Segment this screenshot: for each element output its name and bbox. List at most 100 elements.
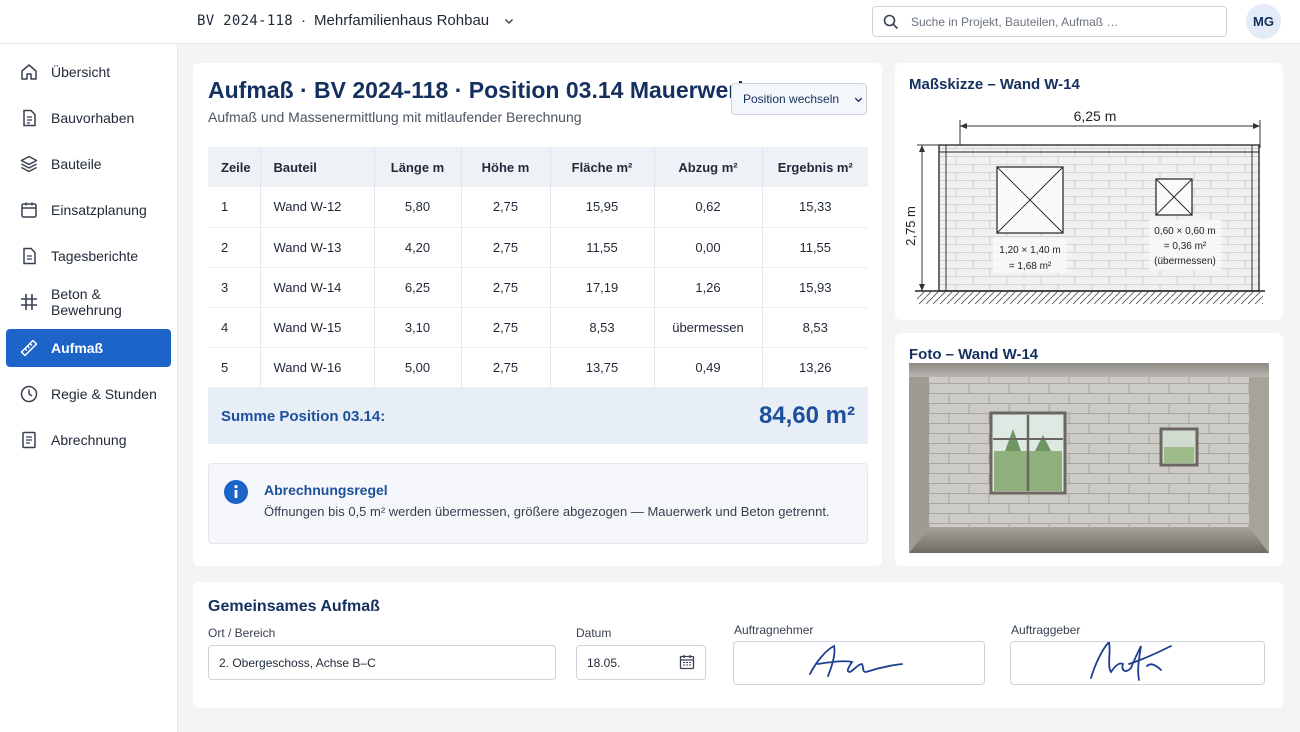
table-row[interactable]: 5 Wand W-16 5,00 2,75 13,75 0,49 13,26 <box>208 347 868 388</box>
table-cell[interactable]: 2,75 <box>461 227 551 268</box>
table-cell: 8,53 <box>762 307 868 348</box>
sketch-width-label: 6,25 m <box>1074 108 1117 124</box>
date-label: Datum <box>576 626 612 640</box>
table-cell[interactable]: 0,62 <box>654 187 763 228</box>
sketch-height-label: 2,75 m <box>905 206 918 246</box>
sidebar-item-tagesberichte[interactable]: Tagesberichte <box>6 237 171 275</box>
opening-1-size: 1,20 × 1,40 m <box>999 245 1060 256</box>
table-cell[interactable]: 2,75 <box>461 267 551 308</box>
sidebar-item-aufmass[interactable]: Aufmaß <box>6 329 171 367</box>
sidebar-item-regie-stunden[interactable]: Regie & Stunden <box>6 375 171 413</box>
sidebar-item-einsatzplanung[interactable]: Einsatzplanung <box>6 191 171 229</box>
info-icon <box>224 480 248 504</box>
table-cell: Wand W-13 <box>260 227 375 268</box>
joint-title: Gemeinsames Aufmaß <box>208 598 380 615</box>
contractor-signature-field[interactable] <box>733 641 985 685</box>
column-header[interactable]: Bauteil <box>260 147 375 187</box>
column-header[interactable]: Ergebnis m² <box>762 147 868 187</box>
table-cell[interactable]: 2,75 <box>461 307 551 348</box>
column-header[interactable]: Abzug m² <box>654 147 763 187</box>
column-header[interactable]: Länge m <box>374 147 462 187</box>
home-icon <box>21 64 37 80</box>
table-row[interactable]: 1 Wand W-12 5,80 2,75 15,95 0,62 15,33 <box>208 187 868 228</box>
invoice-icon <box>22 431 36 449</box>
sum-label: Summe Position 03.14: <box>221 407 386 425</box>
project-selector[interactable]: BV 2024-118 · Mehrfamilienhaus Rohbau <box>197 12 515 29</box>
table-cell: 15,93 <box>762 267 868 308</box>
table-cell[interactable]: 0,00 <box>654 227 763 268</box>
table-cell: 8,53 <box>550 307 655 348</box>
table-row[interactable]: 2 Wand W-13 4,20 2,75 11,55 0,00 11,55 <box>208 227 868 268</box>
report-icon <box>23 247 36 265</box>
sketch-title: Maßskizze – Wand W-14 <box>909 76 1080 93</box>
info-text: Öffnungen bis 0,5 m² werden übermessen, … <box>264 504 830 519</box>
sidebar-item-label: Beton & Bewehrung <box>51 286 122 318</box>
chevron-down-icon <box>854 97 863 102</box>
sidebar-item-beton-bewehrung[interactable]: Beton & Bewehrung <box>6 283 171 321</box>
sidebar-item-abrechnung[interactable]: Abrechnung <box>6 421 171 459</box>
sketch-card: Maßskizze – Wand W-14 6,25 m 2,75 m <box>895 63 1283 320</box>
table-cell[interactable]: übermessen <box>654 307 763 348</box>
sidebar-item-label: Aufmaß <box>51 340 104 356</box>
table-cell: 5 <box>208 347 261 388</box>
switch-position-button[interactable]: Position wechseln <box>731 83 867 115</box>
table-cell: 11,55 <box>550 227 655 268</box>
measurement-table: Zeile Bauteil Länge m Höhe m Fläche m² A… <box>208 147 868 388</box>
calendar-icon[interactable] <box>679 654 695 670</box>
search-box[interactable] <box>872 6 1227 37</box>
sidebar-item-label: Bauteile <box>51 156 102 172</box>
wall-sketch[interactable]: 6,25 m 2,75 m 1,20 × 1,40 m = 1,68 m² 0,… <box>905 108 1275 308</box>
table-cell: 11,55 <box>762 227 868 268</box>
table-cell[interactable]: 2,75 <box>461 347 551 388</box>
client-signature-field[interactable] <box>1010 640 1265 685</box>
table-cell[interactable]: 3,10 <box>374 307 462 348</box>
table-cell: 1 <box>208 187 261 228</box>
table-cell[interactable]: 0,49 <box>654 347 763 388</box>
sum-value: 84,60 m² <box>758 402 855 429</box>
client-label: Auftraggeber <box>1011 623 1081 637</box>
measurement-card: Aufmaß · BV 2024-118 · Position 03.14 Ma… <box>193 63 882 566</box>
wall-photo[interactable] <box>909 363 1269 553</box>
sidebar-item-uebersicht[interactable]: Übersicht <box>6 53 171 91</box>
search-input[interactable] <box>911 14 1211 29</box>
photo-title: Foto – Wand W-14 <box>909 346 1039 363</box>
table-cell: Wand W-16 <box>260 347 375 388</box>
location-label: Ort / Bereich <box>208 626 276 640</box>
table-cell[interactable]: 4,20 <box>374 227 462 268</box>
column-header[interactable]: Höhe m <box>461 147 551 187</box>
sidebar-item-bauteile[interactable]: Bauteile <box>6 145 171 183</box>
table-cell: 13,26 <box>762 347 868 388</box>
table-cell: Wand W-12 <box>260 187 375 228</box>
table-row[interactable]: 3 Wand W-14 6,25 2,75 17,19 1,26 15,93 <box>208 267 868 308</box>
table-cell: Wand W-15 <box>260 307 375 348</box>
opening-2-note: (übermessen) <box>1154 256 1216 267</box>
project-separator: · <box>301 12 307 29</box>
opening-1-area: = 1,68 m² <box>1009 261 1052 272</box>
switch-position-label: Position wechseln <box>743 92 840 106</box>
project-code: BV 2024-118 <box>197 12 294 29</box>
table-row[interactable]: 4 Wand W-15 3,10 2,75 8,53 übermessen 8,… <box>208 307 868 348</box>
calendar-icon <box>21 202 37 218</box>
table-cell[interactable]: 5,80 <box>374 187 462 228</box>
table-cell[interactable]: 1,26 <box>654 267 763 308</box>
table-cell: 13,75 <box>550 347 655 388</box>
table-cell[interactable]: 2,75 <box>461 187 551 228</box>
info-box: Abrechnungsregel Öffnungen bis 0,5 m² we… <box>208 463 868 544</box>
opening-2-area: = 0,36 m² <box>1164 241 1207 252</box>
column-header[interactable]: Zeile <box>208 147 261 187</box>
avatar[interactable]: MG <box>1246 4 1281 39</box>
table-cell: 15,95 <box>550 187 655 228</box>
page-title: Aufmaß · BV 2024-118 · Position 03.14 Ma… <box>208 77 750 103</box>
sidebar-item-label: Regie & Stunden <box>51 386 157 402</box>
top-bar: BV 2024-118 · Mehrfamilienhaus Rohbau MG <box>0 0 1300 44</box>
contractor-label: Auftragnehmer <box>734 623 814 637</box>
sidebar-item-bauvorhaben[interactable]: Bauvorhaben <box>6 99 171 137</box>
opening-2-size: 0,60 × 0,60 m <box>1154 226 1215 237</box>
clock-icon <box>20 385 38 403</box>
ruler-icon <box>20 339 38 357</box>
table-cell[interactable]: 5,00 <box>374 347 462 388</box>
joint-measurement-card: Gemeinsames Aufmaß Ort / Bereich Datum A… <box>193 582 1283 708</box>
location-field[interactable] <box>208 645 556 680</box>
table-cell[interactable]: 6,25 <box>374 267 462 308</box>
column-header[interactable]: Fläche m² <box>550 147 655 187</box>
